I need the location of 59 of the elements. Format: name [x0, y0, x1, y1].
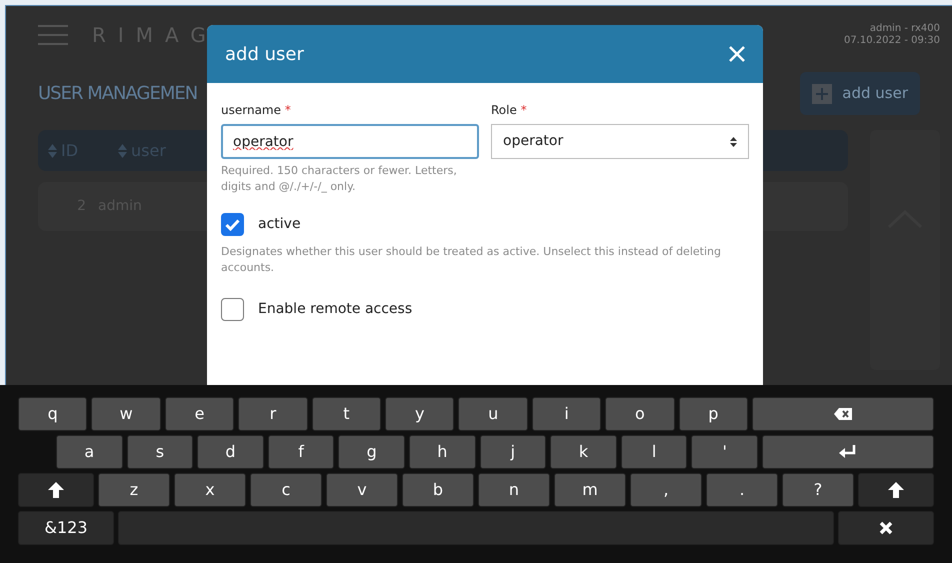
username-field[interactable]: operator [221, 124, 479, 159]
keyboard-key[interactable]: , [630, 473, 702, 507]
keyboard-key[interactable]: . [706, 473, 778, 507]
username-label: username * [221, 102, 292, 119]
close-icon [879, 521, 893, 535]
checkbox[interactable] [221, 298, 244, 321]
checkbox[interactable] [221, 213, 244, 236]
keyboard-key[interactable]: z [98, 473, 170, 507]
shift-key[interactable] [858, 473, 934, 507]
keyboard-key[interactable]: o [605, 397, 675, 431]
keyboard-key[interactable]: c [250, 473, 322, 507]
keyboard-key[interactable]: l [620, 435, 688, 469]
keyboard-key[interactable]: i [532, 397, 602, 431]
checkbox-label: active [258, 215, 301, 234]
keyboard-key[interactable]: k [550, 435, 617, 469]
role-label: Role * [491, 102, 528, 119]
up-arrow-icon [888, 482, 904, 498]
keyboard-key[interactable]: s [126, 435, 194, 469]
keyboard-key[interactable]: a [56, 435, 123, 469]
keyboard-key[interactable]: x [174, 473, 246, 507]
plus-icon [812, 84, 832, 104]
keyboard-key[interactable]: p [678, 397, 748, 431]
keyboard-key[interactable]: g [338, 435, 405, 469]
enter-icon [838, 445, 857, 459]
checkbox-label: Enable remote access [258, 300, 412, 319]
dialog-title: add user [225, 42, 304, 66]
keyboard-key[interactable]: f [268, 435, 334, 469]
keyboard-key[interactable]: w [91, 397, 161, 431]
up-arrow-icon [48, 482, 64, 498]
keyboard-key[interactable]: b [402, 473, 474, 507]
keyboard-key[interactable]: t [312, 397, 382, 431]
help-text: Required. 150 characters or fewer. Letters, digits and @/./+/-/_ only. [221, 163, 458, 195]
symbols-key[interactable]: &123 [18, 511, 114, 545]
hide-keyboard-key[interactable] [838, 511, 934, 545]
keyboard-key[interactable]: ? [782, 473, 854, 507]
help-text: Designates whether this user should be treated as active. Unselect this instead of deleting accounts. [221, 244, 722, 276]
keyboard-key[interactable]: n [478, 473, 550, 507]
keyboard-key[interactable]: r [238, 397, 308, 431]
keyboard-key[interactable]: ' [691, 435, 758, 469]
keyboard-key[interactable]: u [458, 397, 528, 431]
keyboard-key[interactable]: y [385, 397, 454, 431]
keyboard-key[interactable]: d [197, 435, 264, 469]
checkmark-icon [225, 218, 240, 230]
role-select[interactable]: operator [491, 124, 749, 159]
close-icon [729, 46, 745, 62]
keyboard-key[interactable]: v [326, 473, 398, 507]
keyboard-key[interactable]: j [480, 435, 546, 469]
keyboard-key[interactable]: h [408, 435, 476, 469]
keyboard-key[interactable]: m [554, 473, 626, 507]
add-user-button[interactable]: add user [800, 72, 920, 115]
shift-key[interactable] [18, 473, 94, 507]
date-time: 07.10.2022 - 09:30 [844, 35, 940, 47]
keyboard-key[interactable]: e [164, 397, 234, 431]
sort-arrows-icon [730, 136, 737, 146]
page-title: USER MANAGEMEN [38, 82, 198, 106]
keyboard-key[interactable]: q [18, 397, 88, 431]
backspace-icon [834, 408, 852, 420]
user-info: admin - rx400 [870, 23, 940, 35]
backspace-key[interactable] [752, 397, 934, 431]
